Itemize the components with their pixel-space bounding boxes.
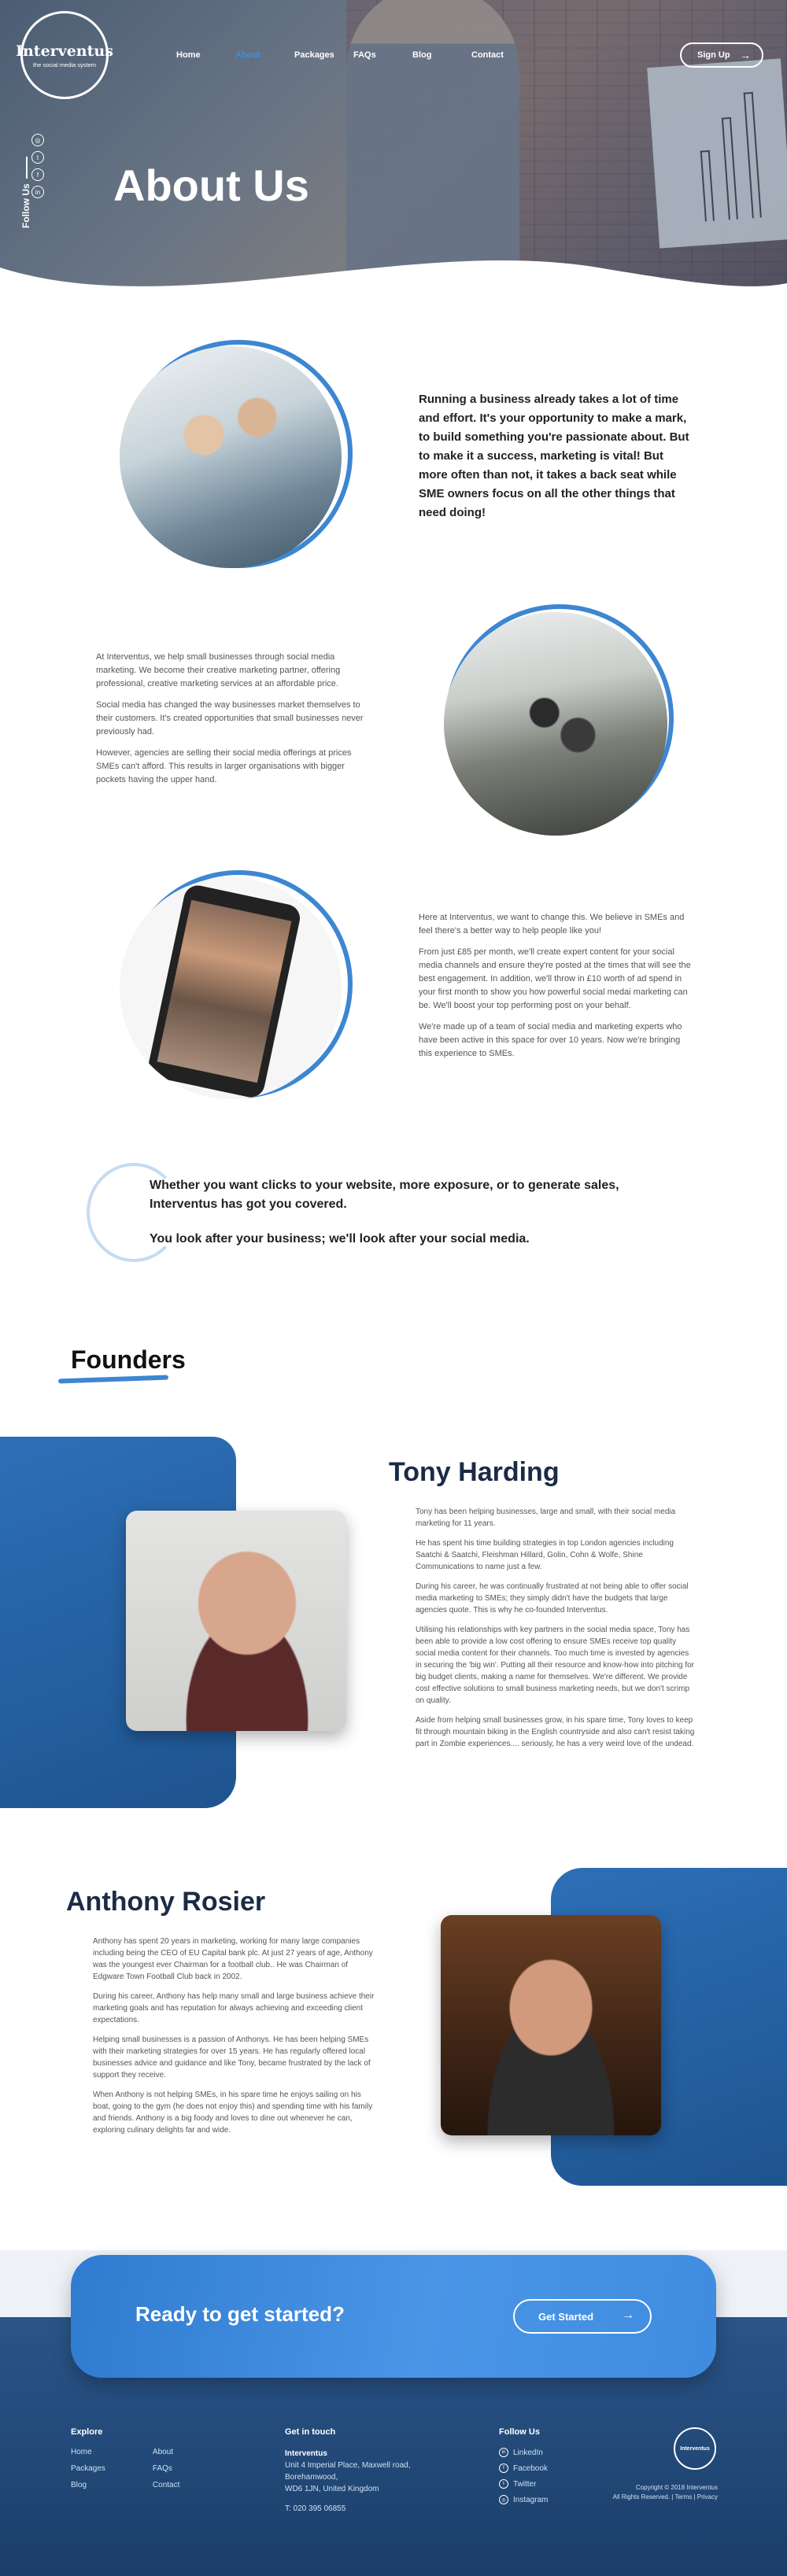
paragraph: Anthony has spent 20 years in marketing,… [93, 1937, 373, 1981]
rights-links[interactable]: All Rights Reserved. | Terms | Privacy [613, 2493, 718, 2502]
paragraph: Here at Interventus, we want to change t… [419, 913, 685, 936]
social-label: Instagram [513, 2495, 549, 2504]
cta-title: Ready to get started? [135, 2302, 345, 2326]
linkedin-icon[interactable]: in [31, 186, 44, 198]
paragraph: Social media has changed the way busines… [96, 700, 364, 736]
quote-block: Whether you want clicks to your website,… [150, 1176, 630, 1264]
get-started-button[interactable]: Get Started → [513, 2299, 652, 2334]
arrow-right-icon: → [740, 49, 751, 61]
address-line: Unit 4 Imperial Place, Maxwell road, [285, 2461, 411, 2470]
paragraph: Tony has been helping businesses, large … [416, 1508, 676, 1528]
footer-twitter[interactable]: t Twitter [499, 2479, 548, 2489]
social-label: Twitter [513, 2479, 537, 2489]
twitter-icon[interactable]: t [31, 151, 44, 164]
cta-banner: Ready to get started? Get Started → [71, 2255, 716, 2378]
nav-packages[interactable]: Packages [294, 50, 353, 60]
facebook-icon: f [499, 2463, 508, 2473]
paragraph: During his career, he was continually fr… [416, 1582, 689, 1615]
social-label: LinkedIn [513, 2448, 543, 2457]
brand-tagline: the social media system [32, 61, 97, 68]
paragraph: When Anthony is not helping SMEs, in his… [93, 2091, 373, 2135]
nav-contact[interactable]: Contact [471, 50, 530, 60]
phone-screen [157, 899, 292, 1083]
hero-social-icons: ◎ t f in [31, 134, 44, 198]
address-line: Borehamwood, [285, 2473, 338, 2482]
copyright-text: Copyright © 2018 Interventus [635, 2484, 718, 2491]
address-line: WD6 1JN, United Kingdom [285, 2485, 379, 2493]
tony-name: Tony Harding [389, 1457, 560, 1487]
arrow-right-icon: → [622, 2308, 634, 2322]
footer-link-about[interactable]: About [153, 2448, 179, 2456]
paragraph: Helping small businesses is a passion of… [93, 2035, 371, 2080]
paragraph: At Interventus, we help small businesses… [96, 652, 341, 688]
paragraph: We're made up of a team of social media … [419, 1022, 682, 1058]
footer-explore-title: Explore [71, 2427, 103, 2437]
footer-logo[interactable]: Interventus [674, 2427, 716, 2470]
founders-underline [57, 1375, 169, 1384]
phone-number[interactable]: T: 020 395 06855 [285, 2503, 411, 2515]
social-label: Facebook [513, 2463, 548, 2473]
anthony-name: Anthony Rosier [66, 1887, 266, 1917]
footer-follow-title: Follow Us [499, 2427, 540, 2437]
footer-copyright: Copyright © 2018 Interventus All Rights … [613, 2483, 718, 2502]
footer-explore: Explore Home Packages Blog About FAQs Co… [71, 2427, 179, 2497]
office-team-photo [444, 612, 667, 836]
brand-name: Interventus [16, 42, 113, 60]
team-meeting-photo [120, 346, 342, 568]
hero: Interventus the social media system Home… [0, 0, 787, 315]
footer-link-faqs[interactable]: FAQs [153, 2464, 179, 2473]
brand-logo[interactable]: Interventus the social media system [16, 11, 113, 99]
anthony-photo [441, 1915, 661, 2135]
footer-link-contact[interactable]: Contact [153, 2481, 179, 2489]
get-started-label: Get Started [538, 2310, 594, 2323]
twitter-icon: t [499, 2479, 508, 2489]
intro-lead: Running a business already takes a lot o… [419, 393, 689, 519]
footer-logo-text: Interventus [680, 2445, 710, 2452]
footer-instagram[interactable]: ◎ Instagram [499, 2495, 548, 2504]
anthony-bio: Anthony has spent 20 years in marketing,… [93, 1936, 376, 2144]
footer-linkedin[interactable]: in LinkedIn [499, 2448, 548, 2457]
phone-device [146, 883, 303, 1099]
paragraph: Utilising his relationships with key par… [416, 1626, 695, 1705]
footer-contact: Get in touch Interventus Unit 4 Imperial… [285, 2427, 411, 2515]
footer-facebook[interactable]: f Facebook [499, 2463, 548, 2473]
about-section-text: At Interventus, we help small businesses… [96, 651, 371, 795]
nav-home[interactable]: Home [176, 50, 235, 60]
signup-button[interactable]: Sign Up → [680, 42, 763, 68]
paragraph: However, agencies are selling their soci… [96, 748, 352, 784]
instagram-icon[interactable]: ◎ [31, 134, 44, 146]
footer-link-packages[interactable]: Packages [71, 2464, 105, 2473]
footer-follow: Follow Us in LinkedIn f Facebook t Twitter … [499, 2427, 548, 2511]
tony-bio: Tony has been helping businesses, large … [416, 1506, 696, 1758]
quote-line: Whether you want clicks to your website,… [150, 1179, 619, 1211]
nav-blog[interactable]: Blog [412, 50, 471, 60]
paragraph: From just £85 per month, we'll create ex… [419, 947, 691, 1010]
follow-us-label: Follow Us [20, 157, 31, 228]
company-name: Interventus [285, 2449, 327, 2458]
main-nav: Home About Packages FAQs Blog Contact [176, 50, 530, 60]
phone-photo [120, 877, 342, 1099]
paragraph: During his career, Anthony has help many… [93, 1992, 375, 2024]
founders-heading: Founders [71, 1345, 186, 1374]
signup-label: Sign Up [697, 50, 730, 60]
hero-wave [0, 260, 787, 315]
facebook-icon[interactable]: f [31, 168, 44, 181]
footer-link-blog[interactable]: Blog [71, 2481, 105, 2489]
tony-photo [126, 1511, 346, 1731]
nav-about[interactable]: About [235, 50, 294, 60]
page-title: About Us [113, 161, 309, 210]
paragraph: He has spent his time building strategie… [416, 1539, 674, 1571]
instagram-icon: ◎ [499, 2495, 508, 2504]
linkedin-icon: in [499, 2448, 508, 2457]
paragraph: Aside from helping small businesses grow… [416, 1716, 695, 1748]
footer-link-home[interactable]: Home [71, 2448, 105, 2456]
footer-contact-title: Get in touch [285, 2427, 336, 2437]
quote-line: You look after your business; we'll look… [150, 1232, 530, 1246]
nav-faqs[interactable]: FAQs [353, 50, 412, 60]
change-section-text: Here at Interventus, we want to change t… [419, 911, 694, 1068]
